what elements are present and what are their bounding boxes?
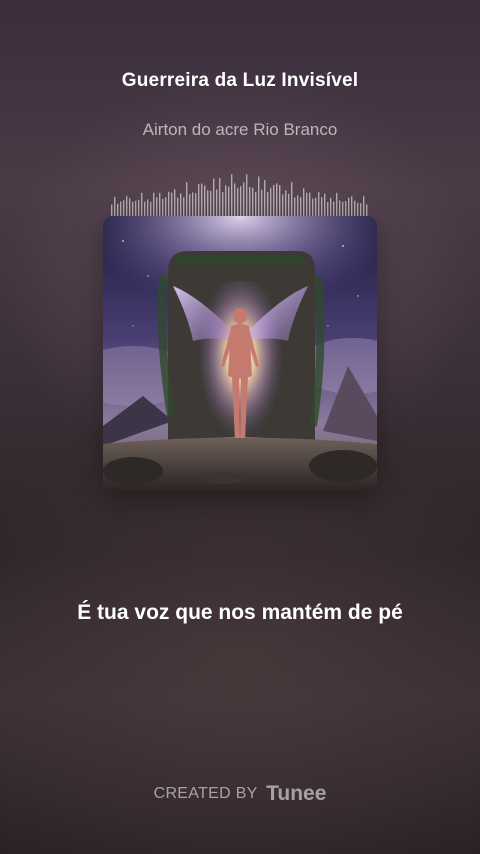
footer-credit: CREATED BY Tunee [0, 782, 480, 806]
album-cover [103, 216, 377, 491]
brand-logo: Tunee [266, 782, 327, 805]
artist-name: Airton do acre Rio Branco [142, 120, 338, 139]
current-lyric-line: É tua voz que nos mantém de pé [77, 601, 403, 624]
song-title: Guerreira da Luz Invisível [121, 70, 359, 91]
created-by-label: CREATED BY [153, 785, 258, 802]
player-screen: Guerreira da Luz Invisível Airton do acr… [0, 0, 480, 854]
audio-waveform-icon [111, 174, 368, 216]
